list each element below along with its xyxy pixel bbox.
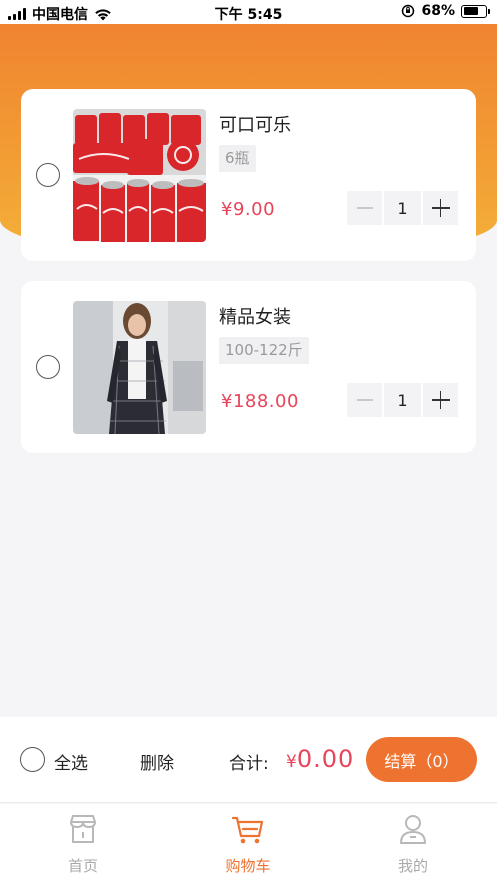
battery-level: [463, 7, 478, 15]
increase-button[interactable]: [423, 191, 458, 225]
product-image-cola[interactable]: [73, 109, 206, 242]
checkout-button[interactable]: 结算（0）: [366, 737, 477, 782]
decrease-button[interactable]: [347, 191, 382, 225]
coat-image: [73, 301, 206, 434]
cart-icon: [232, 816, 264, 844]
select-all-label[interactable]: 全选: [54, 749, 88, 774]
total-currency: ¥: [286, 752, 297, 772]
tab-label: 我的: [397, 857, 428, 875]
increase-button[interactable]: [423, 383, 458, 417]
quantity-stepper: 1: [347, 383, 458, 417]
total-number: 0.00: [296, 745, 355, 773]
quantity-value[interactable]: 1: [384, 383, 421, 417]
tab-label: 购物车: [225, 857, 271, 875]
total-amount: ¥0.00: [286, 745, 354, 773]
product-image-coat[interactable]: [73, 301, 206, 434]
battery-percent: 68%: [421, 3, 455, 19]
minus-icon: [356, 399, 373, 401]
select-all-radio[interactable]: [20, 747, 45, 772]
cart-action-bar: 全选 删除 合计: ¥0.00 结算（0）: [0, 717, 497, 803]
battery-icon: [461, 4, 490, 18]
person-icon: [400, 815, 426, 844]
item-spec-tag: 100-122斤: [219, 337, 309, 364]
tab-bar: 首页 购物车 我的: [0, 804, 497, 883]
tab-profile[interactable]: 我的: [368, 812, 458, 876]
total-label: 合计:: [229, 754, 269, 774]
quantity-value[interactable]: 1: [384, 191, 421, 225]
decrease-button[interactable]: [347, 383, 382, 417]
item-select-radio[interactable]: [36, 163, 60, 187]
cart-item-card: 精品女装 100-122斤 ¥188.00 1: [21, 281, 476, 453]
tab-home[interactable]: 首页: [38, 812, 128, 876]
item-price: ¥9.00: [221, 199, 276, 220]
item-title: 精品女装: [219, 307, 291, 328]
orientation-lock-icon: [402, 4, 415, 18]
status-bar: 中国电信 下午 5:45 68%: [0, 0, 497, 24]
tab-cart[interactable]: 购物车: [203, 812, 293, 876]
minus-icon: [356, 207, 373, 209]
shop-icon: [70, 815, 96, 843]
item-price: ¥188.00: [221, 391, 299, 412]
status-right: 68%: [401, 3, 490, 19]
quantity-stepper: 1: [347, 191, 458, 225]
cola-image: [73, 109, 206, 242]
item-spec-tag: 6瓶: [219, 145, 256, 172]
delete-button[interactable]: 删除: [140, 749, 174, 774]
cart-item-card: 可口可乐 6瓶 ¥9.00 1: [21, 89, 476, 261]
item-title: 可口可乐: [219, 115, 291, 136]
tab-label: 首页: [67, 857, 98, 875]
item-select-radio[interactable]: [36, 355, 60, 379]
